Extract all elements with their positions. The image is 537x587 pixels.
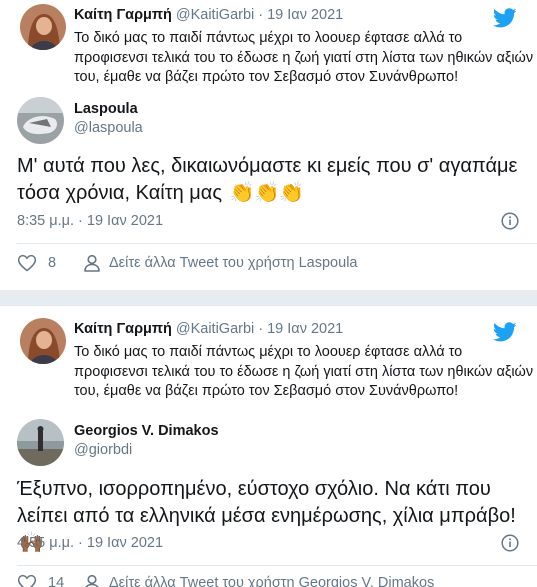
quoted-tweet-header: Καίτη Γαρμπή @KaitiGarbi · 19 Ιαν 2021 [74, 7, 343, 23]
like-count[interactable]: 8 [48, 255, 56, 271]
clapping-hands-emoji: 👏👏👏 [229, 182, 305, 205]
reply-author-avatar[interactable] [17, 97, 64, 144]
quoted-tweet-text: Το δικό μας το παιδί πάντως μέχρι το λοο… [74, 344, 534, 399]
reply-author-name[interactable]: Georgios V. Dimakos [74, 423, 219, 439]
tweet-card-2: Καίτη Γαρμπή @KaitiGarbi · 19 Ιαν 2021 Το … [0, 305, 537, 587]
reply-author-handle[interactable]: @laspoula [74, 120, 143, 136]
reply-timestamp[interactable]: 8:35 μ.μ. · 19 Ιαν 2021 [17, 213, 163, 229]
see-more-tweets-link[interactable]: Δείτε άλλα Tweet του χρήστη Laspoula [109, 255, 357, 271]
reply-author-handle[interactable]: @giorbdi [74, 442, 132, 458]
person-icon [85, 574, 99, 587]
reply-author-avatar[interactable] [17, 419, 64, 466]
reply-author-name[interactable]: Laspoula [74, 101, 138, 117]
see-more-tweets-link[interactable]: Δείτε άλλα Tweet του χρήστη Georgios V. … [109, 575, 434, 587]
heart-icon[interactable] [17, 573, 37, 587]
quoted-tweet-header: Καίτη Γαρμπή @KaitiGarbi · 19 Ιαν 2021 [74, 321, 343, 337]
tweet-actions: 14 Δείτε άλλα Tweet του χρήστη Georgios … [17, 572, 537, 587]
info-icon[interactable] [501, 212, 519, 230]
quoted-tweet-date[interactable]: · 19 Ιαν 2021 [258, 321, 343, 337]
reply-tweet-text: Έξυπνο, ισορροπημένο, εύστοχο σχόλιο. Να… [17, 478, 516, 527]
reply-timestamp[interactable]: 4:55 μ.μ. · 19 Ιαν 2021 [17, 535, 163, 551]
reply-tweet-text-block: Μ' αυτά που λες, δικαιωνόμαστε κι εμείς … [17, 153, 527, 207]
divider [17, 565, 537, 566]
twitter-bird-icon[interactable] [493, 6, 517, 30]
quoted-author-name[interactable]: Καίτη Γαρμπή [74, 321, 172, 337]
tweet-card-1: Καίτη Γαρμπή @KaitiGarbi · 19 Ιαν 2021 Το … [0, 0, 537, 290]
like-count[interactable]: 14 [48, 575, 64, 587]
tweet-actions: 8 Δείτε άλλα Tweet του χρήστη Laspoula [17, 252, 537, 274]
info-icon[interactable] [501, 534, 519, 552]
quoted-tweet-date[interactable]: · 19 Ιαν 2021 [258, 7, 343, 23]
twitter-bird-icon[interactable] [493, 320, 517, 344]
quoted-author-name[interactable]: Καίτη Γαρμπή [74, 7, 172, 23]
divider [17, 243, 537, 244]
quoted-author-avatar[interactable] [20, 318, 66, 364]
quoted-author-avatar[interactable] [20, 4, 66, 50]
quoted-author-handle[interactable]: @KaitiGarbi [176, 321, 254, 337]
quoted-author-handle[interactable]: @KaitiGarbi [176, 7, 254, 23]
quoted-tweet-text: Το δικό μας το παιδί πάντως μέχρι το λοο… [74, 30, 534, 85]
person-icon [84, 254, 100, 272]
heart-icon[interactable] [17, 253, 37, 273]
